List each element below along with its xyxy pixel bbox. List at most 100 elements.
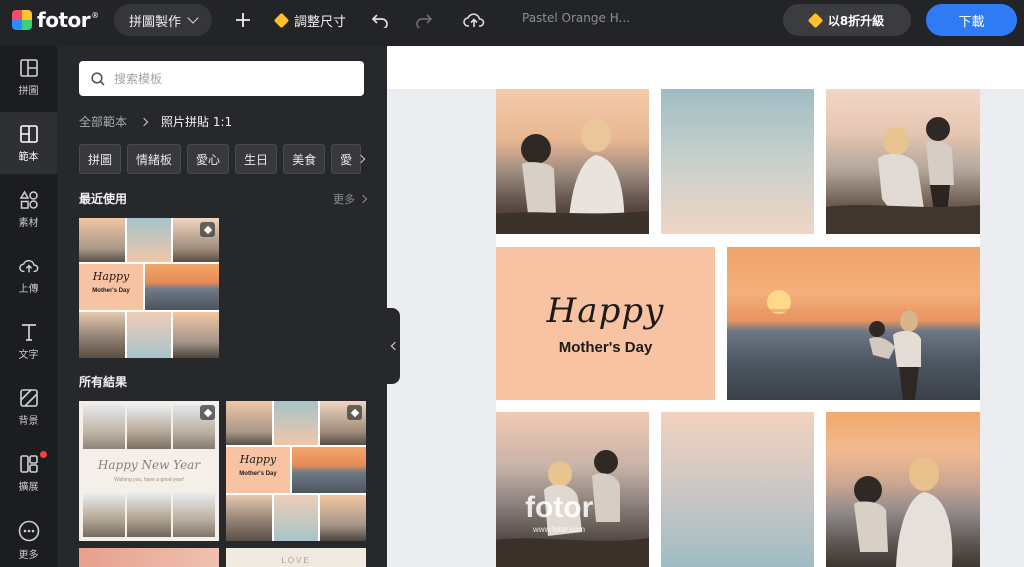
- background-icon: [19, 389, 38, 407]
- plus-icon[interactable]: [229, 6, 257, 34]
- rail-item-templates[interactable]: 範本: [0, 112, 57, 174]
- notification-badge: [40, 451, 47, 458]
- tag-food[interactable]: 美食: [283, 144, 326, 174]
- redo-icon[interactable]: [410, 6, 438, 34]
- result-template-mothers-day[interactable]: Happy Mother's Day: [226, 401, 366, 541]
- mode-dropdown-label: 拼圖製作: [128, 14, 181, 30]
- rail-label-text: 文字: [18, 350, 39, 361]
- more-link-label: 更多: [333, 193, 355, 206]
- thumb-photo: [173, 493, 215, 537]
- document-title[interactable]: Pastel Orange H...: [522, 11, 630, 25]
- thumb-photo: [226, 495, 272, 541]
- tag-list: 拼圖 情緒板 愛心 生日 美食 愛: [79, 144, 369, 176]
- rail-item-upload[interactable]: 上傳: [0, 244, 57, 306]
- chevron-down-icon: [187, 12, 199, 24]
- search-box[interactable]: 搜索模板: [79, 61, 364, 96]
- fotor-watermark-url: www.fotor.com: [533, 525, 586, 534]
- chevron-right-icon: [139, 117, 149, 126]
- upload-cloud-icon[interactable]: [460, 6, 488, 34]
- photo-mother-holding-child[interactable]: [826, 412, 980, 567]
- tag-collage[interactable]: 拼圖: [79, 144, 122, 174]
- thumb-photo: [127, 405, 171, 449]
- collage-design[interactable]: Happy Mother's Day fotor www.fotor.com: [496, 89, 980, 567]
- upgrade-button[interactable]: 以8折升級: [783, 4, 911, 36]
- top-bar: fotor ® 拼圖製作 調整尺寸 Pastel Orange H... 以8折…: [0, 0, 1024, 46]
- canvas-top-strip: [387, 46, 1024, 89]
- logo-mark-icon: [12, 10, 32, 30]
- recent-section-title: 最近使用: [79, 192, 128, 206]
- tags-scroll-right-icon[interactable]: [354, 151, 368, 167]
- tag-love[interactable]: 愛心: [187, 144, 230, 174]
- tag-birthday[interactable]: 生日: [235, 144, 278, 174]
- resize-label: 調整尺寸: [294, 14, 347, 30]
- thumb-new-year-subtitle: Wishing you, have a good year!: [113, 477, 185, 483]
- thumb-photo: [79, 218, 125, 262]
- thumb-mothers-day-text: Mother's Day: [92, 288, 130, 294]
- thumb-new-year-text: Happy New Year: [97, 458, 201, 472]
- tag-moodboard[interactable]: 情緒板: [127, 144, 182, 174]
- breadcrumb-root[interactable]: 全部範本: [79, 113, 127, 130]
- breadcrumb-current: 照片拼貼 1:1: [161, 115, 233, 129]
- logo-registered: ®: [91, 10, 100, 20]
- rail-item-collage[interactable]: 拼圖: [0, 46, 57, 108]
- thumb-gradient: [127, 218, 171, 262]
- rail-label-more: 更多: [18, 550, 39, 561]
- thumb-love-text: LOVE: [281, 556, 311, 565]
- more-link[interactable]: 更多: [333, 191, 368, 207]
- thumb-text-card: Happy Mother's Day: [226, 447, 290, 493]
- thumb-photo: [83, 405, 125, 449]
- download-label: 下載: [958, 14, 985, 30]
- elements-icon: [19, 190, 38, 209]
- search-input[interactable]: 搜索模板: [114, 70, 162, 87]
- rail-item-elements[interactable]: 素材: [0, 178, 57, 240]
- thumb-sunset-photo: [292, 447, 366, 493]
- app-window: fotor ® 拼圖製作 調整尺寸 Pastel Orange H... 以8折…: [0, 0, 1024, 567]
- thumb-happy-text: Happy: [239, 453, 277, 466]
- recent-template-thumbnail[interactable]: Happy Mother's Day: [79, 218, 219, 358]
- photo-crouching-mother-child[interactable]: [826, 89, 980, 234]
- gradient-tile-peach[interactable]: [661, 412, 814, 567]
- thumb-photo: [127, 493, 171, 537]
- mothers-day-text-card[interactable]: Happy Mother's Day: [496, 247, 715, 400]
- collage-icon: [19, 59, 38, 77]
- rail-label-templates: 範本: [18, 152, 39, 163]
- thumb-photo: [83, 493, 125, 537]
- download-button[interactable]: 下載: [926, 4, 1017, 36]
- canvas-area: Happy Mother's Day fotor www.fotor.com: [387, 46, 1024, 567]
- premium-crown-icon: [347, 405, 362, 420]
- result-template-love[interactable]: LOVE: [226, 548, 366, 567]
- thumb-photo: [79, 312, 125, 358]
- resize-button[interactable]: 調整尺寸: [273, 10, 347, 30]
- thumb-sunset-photo: [145, 264, 219, 310]
- chevron-right-icon: [358, 194, 368, 204]
- photo-sitting-mother-child[interactable]: [496, 412, 649, 567]
- thumb-gradient: [274, 495, 318, 541]
- apps-icon: [19, 455, 38, 473]
- chevron-left-icon: [390, 341, 400, 351]
- panel-collapse-handle[interactable]: [387, 308, 400, 384]
- diamond-icon: [273, 12, 290, 28]
- photo-sunset-beach[interactable]: [727, 247, 980, 400]
- all-results-title: 所有結果: [79, 375, 128, 389]
- rail-label-collage: 拼圖: [18, 86, 39, 97]
- happy-heading[interactable]: Happy: [496, 291, 715, 331]
- rail-item-text[interactable]: 文字: [0, 310, 57, 372]
- upgrade-label: 以8折升級: [827, 13, 885, 28]
- rail-item-more[interactable]: 更多: [0, 508, 57, 567]
- thumb-text-card: Happy Mother's Day: [79, 264, 143, 310]
- gradient-tile-blue[interactable]: [661, 89, 814, 234]
- result-template-partial[interactable]: [79, 548, 219, 567]
- mothers-day-subheading[interactable]: Mother's Day: [496, 339, 715, 356]
- rail-item-background[interactable]: 背景: [0, 376, 57, 438]
- undo-icon[interactable]: [366, 6, 394, 34]
- photo-mother-child-sunset[interactable]: [496, 89, 649, 234]
- breadcrumb: 全部範本 照片拼貼 1:1: [79, 113, 232, 130]
- premium-crown-icon: [200, 222, 215, 237]
- silhouette-figures: [496, 118, 649, 234]
- mode-dropdown[interactable]: 拼圖製作: [114, 4, 212, 36]
- rail-item-apps[interactable]: 擴展: [0, 442, 57, 504]
- rail-label-upload: 上傳: [18, 284, 39, 295]
- result-template-new-year[interactable]: Happy New Year Wishing you, have a good …: [79, 401, 219, 541]
- fotor-logo[interactable]: fotor ®: [12, 8, 99, 32]
- logo-text: fotor: [37, 8, 91, 32]
